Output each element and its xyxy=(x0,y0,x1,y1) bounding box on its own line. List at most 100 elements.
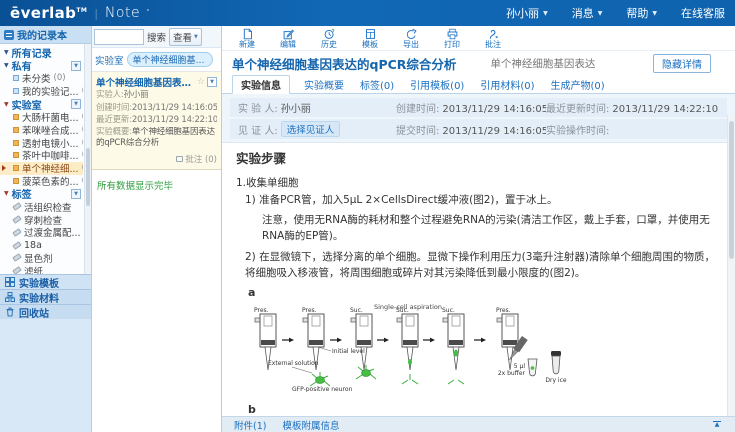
info-row-1: 实 验 人:孙小丽 创建时间:2013/11/29 14:16:05 最近更新时… xyxy=(230,98,727,117)
new-button[interactable]: 新建 xyxy=(234,28,260,50)
footer-bar: 附件(1) 模板附属信息 ▲ xyxy=(222,416,735,432)
help-menu[interactable]: 帮助▼ xyxy=(626,5,657,21)
step-group-title: 1.收集单细胞 xyxy=(236,176,721,192)
history-button[interactable]: 历史 xyxy=(316,28,342,50)
collapse-card-button[interactable]: ▼ xyxy=(207,77,217,87)
tag-item-puncture[interactable]: 穿刺检查 xyxy=(0,213,83,226)
trademark: TM xyxy=(76,7,87,14)
view-dropdown[interactable]: 查看▼ xyxy=(169,28,202,46)
main-scrollbar-thumb[interactable] xyxy=(729,121,734,259)
tree-category-private[interactable]: ▼ 私有 ▼ xyxy=(0,59,83,72)
tag-item-filter-paper[interactable]: 滤纸 xyxy=(0,264,83,274)
svg-text:Suc.: Suc. xyxy=(442,307,455,314)
notebook-square-icon xyxy=(13,178,19,184)
tree-item-uncategorized[interactable]: 未分类(0) xyxy=(0,72,83,85)
template-grid-icon xyxy=(5,277,15,287)
experiment-card-title[interactable]: 单个神经细胞基因表达... xyxy=(96,75,195,89)
sidebar-item-materials[interactable]: 实验材料 xyxy=(0,289,91,304)
template-info-link[interactable]: 模板附属信息 xyxy=(282,418,339,432)
title-row: 单个神经细胞基因表达的qPCR综合分析 单个神经细胞基因表达 隐藏详情 xyxy=(222,51,735,75)
messages-menu[interactable]: 消息▼ xyxy=(572,5,603,21)
tag-icon xyxy=(12,202,21,211)
tab-cited-templates[interactable]: 引用模板(0) xyxy=(408,76,466,93)
notebook-square-icon xyxy=(13,152,19,158)
logo-divider: | xyxy=(94,7,98,20)
search-button[interactable]: 搜索 xyxy=(147,30,166,44)
export-button[interactable]: 导出 xyxy=(398,28,424,50)
category-menu-button[interactable]: ▼ xyxy=(71,99,81,109)
card-created-row: 创建时间:2013/11/29 14:16:05 xyxy=(96,102,217,115)
template-button[interactable]: 模板 xyxy=(357,28,383,50)
hide-details-button[interactable]: 隐藏详情 xyxy=(653,54,711,73)
card-owner-row: 实验人:孙小丽 xyxy=(96,89,217,102)
created-value: 2013/11/29 14:16:05 xyxy=(442,104,546,115)
svg-text:5 μl: 5 μl xyxy=(514,363,526,370)
select-witness-button[interactable]: 选择见证人 xyxy=(281,121,341,137)
dry-ice-label: Dry ice xyxy=(545,377,567,384)
category-menu-button[interactable]: ▼ xyxy=(71,189,81,199)
star-icon[interactable]: ☆ xyxy=(197,77,205,87)
main-scrollbar[interactable] xyxy=(727,115,735,416)
experiment-card-selected[interactable]: 单个神经细胞基因表达... ☆ ▼ 实验人:孙小丽 创建时间:2013/11/2… xyxy=(92,72,221,170)
annotate-button[interactable]: 批注 xyxy=(480,28,506,50)
triangle-down-icon: ▼ xyxy=(4,190,9,197)
attachments-link[interactable]: 附件(1) xyxy=(234,418,266,432)
tag-item-biopsy[interactable]: 活组织检查 xyxy=(0,200,83,213)
svg-text:Pres.: Pres. xyxy=(496,307,511,314)
tag-icon xyxy=(12,241,21,250)
tab-products[interactable]: 生成产物(0) xyxy=(549,76,607,93)
tree-item-imidazole[interactable]: 苯咪唑合成...(7) xyxy=(0,123,83,136)
tag-item-18a[interactable]: 18a xyxy=(0,239,83,252)
scroll-top-icon[interactable]: ▲ xyxy=(711,421,723,428)
product-switcher-chevron-icon[interactable]: ˅ xyxy=(146,9,150,17)
figure-a: a xyxy=(236,285,721,397)
step-note: 注意，使用无RNA酶的耗材和整个过程避免RNA的污染(清洁工作区，戴上手套，口罩… xyxy=(236,213,721,245)
all-data-loaded-message: 所有数据显示完毕 xyxy=(92,170,221,200)
footer-left-spacer xyxy=(92,416,222,432)
sidebar-scrollbar-thumb[interactable] xyxy=(86,148,90,206)
tag-item-chromogenic[interactable]: 显色剂 xyxy=(0,252,83,265)
figure-b: b 10 μm xyxy=(236,402,721,417)
everlab-logo: ēverlabTM xyxy=(10,4,87,22)
online-support-link[interactable]: 在线客服 xyxy=(681,5,725,21)
print-button[interactable]: 打印 xyxy=(439,28,465,50)
tag-icon xyxy=(12,254,21,263)
notebook-square-icon xyxy=(13,140,19,146)
tab-cited-materials[interactable]: 引用材料(0) xyxy=(478,76,536,93)
step-1: 1) 准备PCR管，加入5μL 2×CellsDirect缓冲液(图2)，置于冰… xyxy=(236,193,721,209)
tab-experiment-summary[interactable]: 实验概要 xyxy=(302,76,346,93)
sidebar-item-recycle-bin[interactable]: 回收站 xyxy=(0,304,91,319)
sidebar-item-templates[interactable]: 实验模板 xyxy=(0,274,91,289)
tree-category-lab[interactable]: ▼ 实验室 ▼ xyxy=(0,98,83,111)
card-updated-row: 最近更新:2013/11/29 14:22:10 xyxy=(96,114,217,127)
page-title: 单个神经细胞基因表达的qPCR综合分析 xyxy=(232,54,456,73)
top-menu: 孙小丽▼ 消息▼ 帮助▼ 在线客服 xyxy=(506,5,725,21)
search-input[interactable] xyxy=(94,29,144,45)
tree-item-single-neuron-selected[interactable]: 单个神经细...(1) xyxy=(0,162,83,175)
tree-item-tem[interactable]: 透射电镜小...(0) xyxy=(0,136,83,149)
tree-item-spinach-pigment[interactable]: 菠菜色素的...(1) xyxy=(0,175,83,188)
owner-value: 孙小丽 xyxy=(281,100,311,115)
tree-category-tags[interactable]: ▼ 标签 ▼ xyxy=(0,187,83,200)
tree-item-my-experiments[interactable]: 我的实验记...(1) xyxy=(0,85,83,98)
detail-tabs: 实验信息 实验概要 标签(0) 引用模板(0) 引用材料(0) 生成产物(0) xyxy=(222,75,735,94)
sidebar-header: 我的记录本 xyxy=(0,26,91,44)
filter-chip[interactable]: 单个神经细胞基因表达 xyxy=(127,52,213,67)
tag-icon xyxy=(12,266,21,274)
edit-button[interactable]: 编辑 xyxy=(275,28,301,50)
filter-chip-row: 实验室 单个神经细胞基因表达 xyxy=(92,48,221,72)
tree-item-tea-caffeine[interactable]: 茶叶中咖啡...(2) xyxy=(0,149,83,162)
user-menu[interactable]: 孙小丽▼ xyxy=(506,5,548,21)
card-annotation-link[interactable]: 批注 (0) xyxy=(96,153,217,165)
tab-experiment-info[interactable]: 实验信息 xyxy=(232,75,290,94)
tag-item-transition-metal[interactable]: 过渡金属配... xyxy=(0,226,83,239)
experiment-info-panel: 实 验 人:孙小丽 创建时间:2013/11/29 14:16:05 最近更新时… xyxy=(222,94,735,143)
submitted-value: 2013/11/29 14:16:05 xyxy=(442,126,546,137)
category-menu-button[interactable]: ▼ xyxy=(71,61,81,71)
sidebar-scrollbar[interactable] xyxy=(84,44,91,274)
everlab-note-app: { "topbar": { "logo": "ēverlab", "tm": "… xyxy=(0,0,735,432)
list-search-row: 搜索 查看▼ xyxy=(92,26,221,48)
tab-tags[interactable]: 标签(0) xyxy=(358,76,396,93)
step-2: 2) 在显微镜下，选择分离的单个细胞。显微下操作利用压力(3毫升注射器)清除单个… xyxy=(236,250,721,282)
tree-item-ecoli[interactable]: 大肠杆菌电...(5) xyxy=(0,111,83,124)
